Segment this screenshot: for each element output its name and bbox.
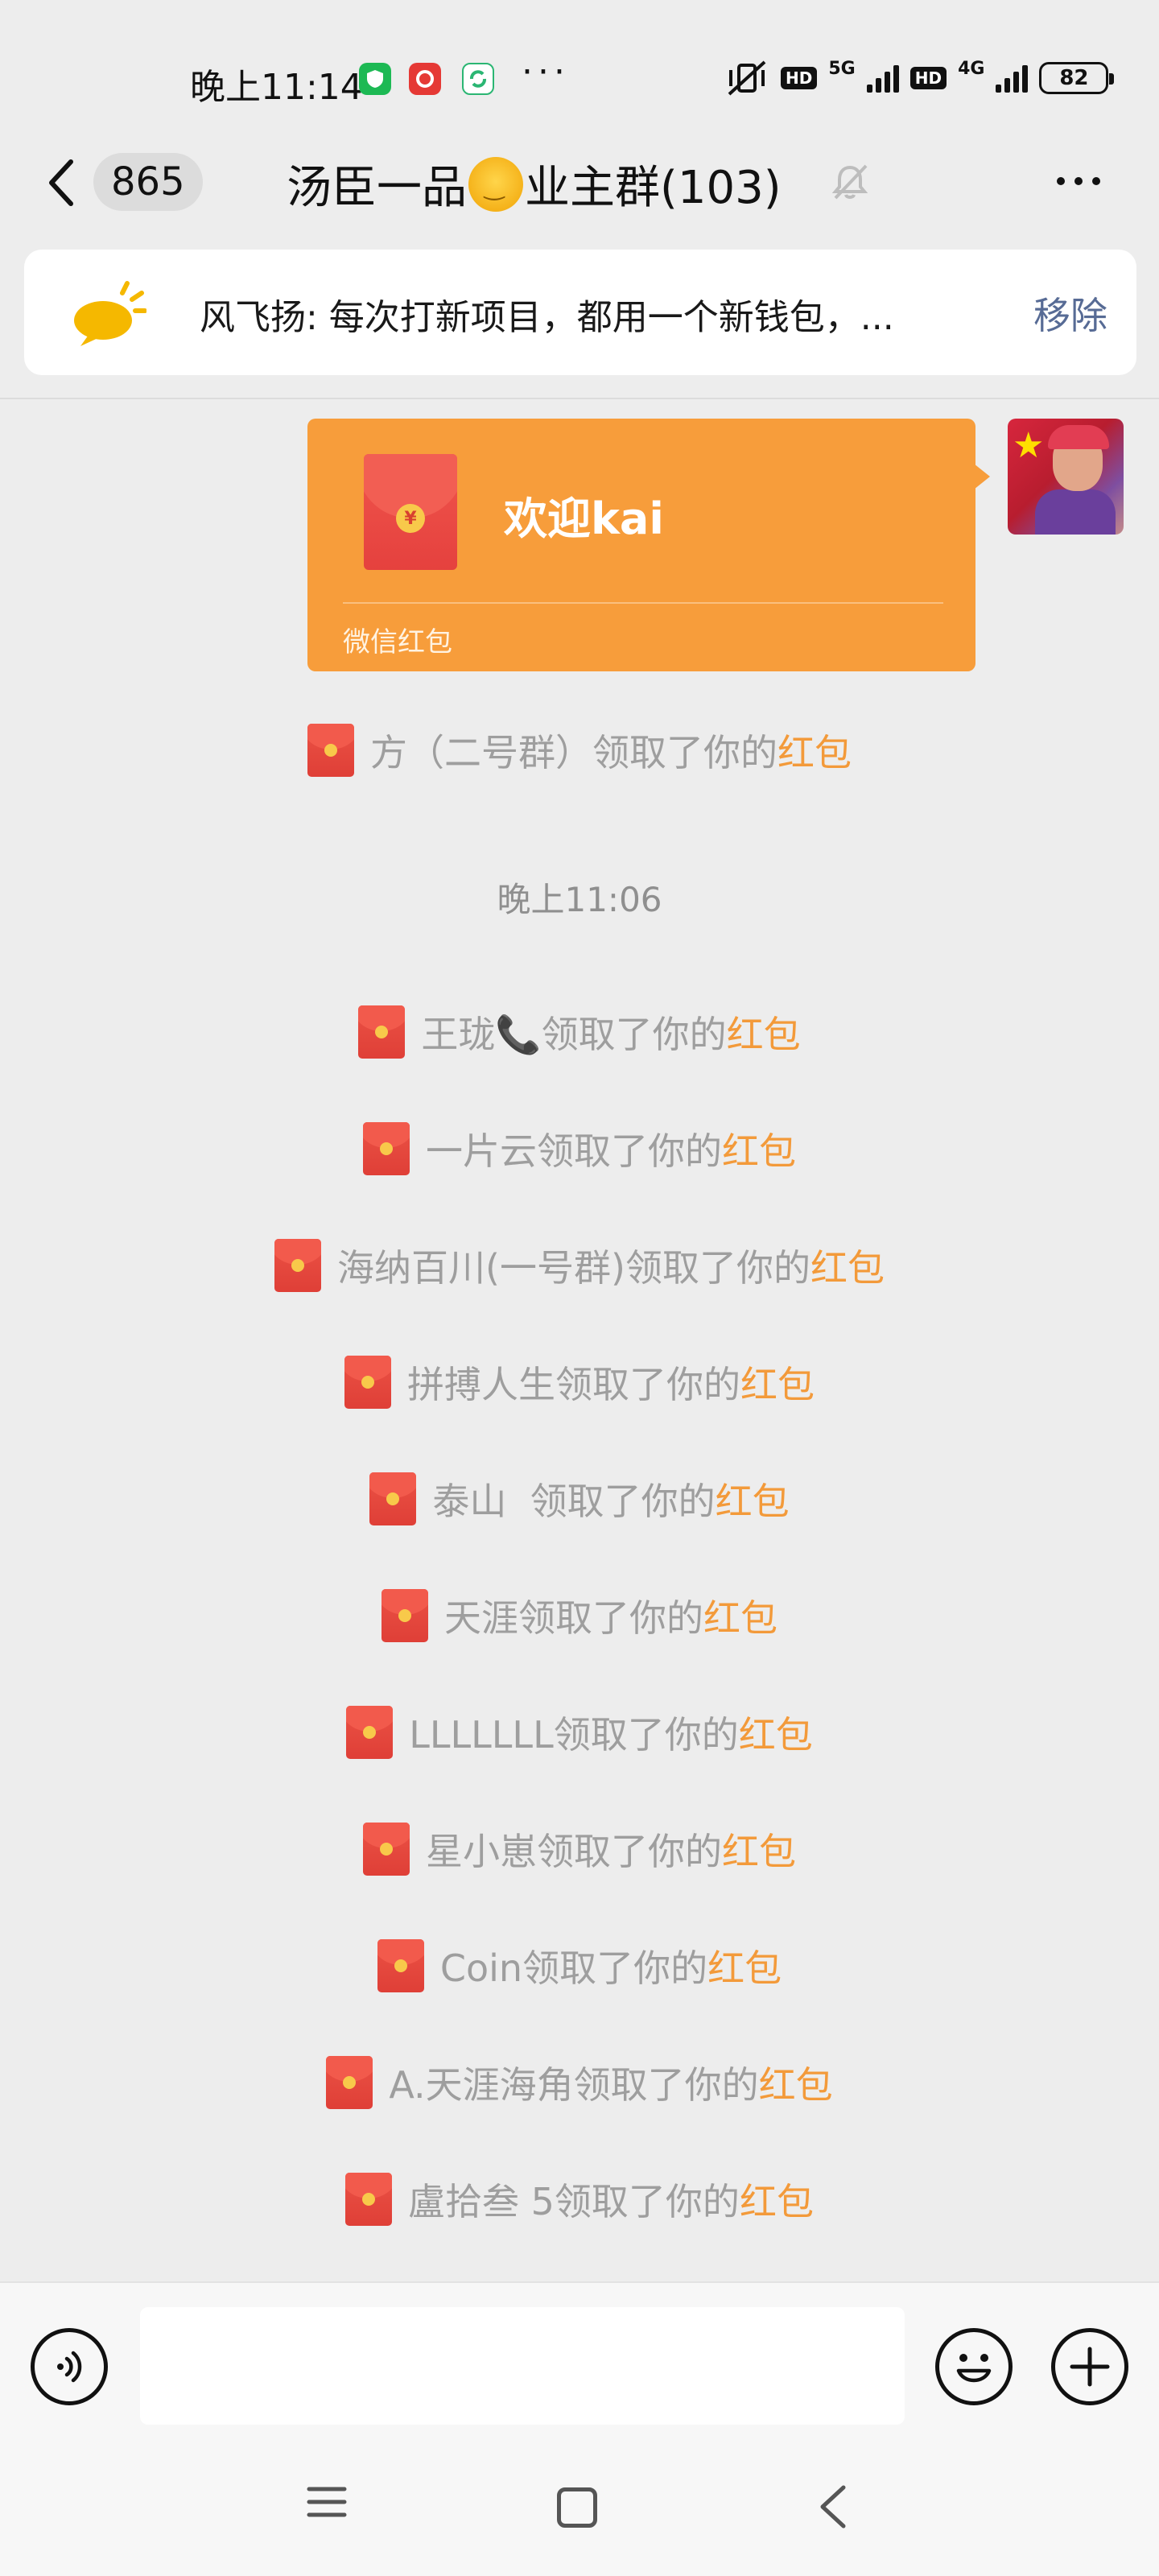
system-message: 拼搏人生领取了你的 红包	[0, 1350, 1159, 1414]
red-envelope-icon	[274, 1239, 322, 1292]
red-envelope-icon	[369, 1472, 417, 1525]
sun-emoji-icon	[468, 156, 523, 212]
red-envelope-icon: ¥	[364, 454, 457, 570]
system-message-text: 盧拾叁 5领取了你的	[408, 2180, 740, 2223]
system-message-text: 天涯领取了你的	[444, 1596, 703, 1640]
notice-speech-icon	[74, 281, 146, 346]
status-bar: 晚上11:14 ··· HD 5G HD 4G 82	[0, 0, 1159, 153]
red-packet-link[interactable]: 红包	[810, 1239, 885, 1292]
chat-input-bar	[0, 2281, 1159, 2576]
signal-bars-1-icon	[866, 64, 899, 93]
plus-icon	[1070, 2347, 1110, 2387]
system-message: A.天涯海角领取了你的 红包	[0, 2050, 1159, 2115]
system-message-text: 方（二号群）领取了你的	[370, 731, 777, 774]
status-more-dots: ···	[522, 52, 570, 93]
system-message: 泰山 领取了你的 红包	[0, 1467, 1159, 1531]
red-envelope-icon	[346, 1706, 394, 1759]
hd-badge-1: HD	[781, 67, 818, 89]
vibrate-mute-icon	[728, 60, 766, 96]
system-message: Coin领取了你的 红包	[0, 1934, 1159, 1998]
chevron-left-icon	[49, 159, 73, 206]
red-packet-title: 欢迎kai	[504, 493, 664, 544]
voice-wave-icon	[57, 2351, 82, 2383]
system-message: LLLLLLL领取了你的 红包	[0, 1700, 1159, 1765]
red-envelope-icon	[358, 1005, 406, 1059]
system-message-text: 海纳百川(一号群)领取了你的	[337, 1246, 810, 1290]
signal-bars-2-icon	[996, 64, 1029, 93]
red-packet-link[interactable]: 红包	[722, 1823, 796, 1876]
mute-bell-icon	[831, 164, 868, 200]
user-avatar[interactable]: ★	[1008, 419, 1124, 535]
system-message: 天涯领取了你的 红包	[0, 1583, 1159, 1648]
menu-icon[interactable]	[304, 2479, 349, 2524]
status-time: 晚上11:14	[190, 67, 363, 108]
system-message: 一片云领取了你的 红包	[0, 1117, 1159, 1181]
red-packet-link[interactable]: 红包	[716, 1472, 790, 1525]
red-envelope-icon	[307, 724, 354, 777]
red-packet-link[interactable]: 红包	[740, 2173, 814, 2226]
chat-title-part1: 汤臣一品	[287, 162, 467, 214]
coin-icon: ¥	[396, 504, 425, 533]
notice-text: 风飞扬: 每次打新项目，都用一个新钱包，...	[200, 297, 894, 338]
red-packet-bubble[interactable]: ¥ 欢迎kai 微信红包	[307, 419, 990, 671]
system-message-text: LLLLLLL领取了你的	[409, 1713, 739, 1757]
back-button[interactable]	[45, 155, 85, 211]
red-envelope-icon	[382, 1589, 428, 1642]
status-indicators: HD 5G HD 4G 82	[724, 58, 1115, 98]
smiley-icon	[956, 2354, 992, 2383]
chat-title[interactable]: 汤臣一品 业主群(103)	[287, 151, 782, 217]
system-message-text: 拼搏人生领取了你的	[407, 1363, 740, 1406]
battery-icon: 82	[1039, 62, 1115, 94]
chat-title-part2: 业主群(103)	[525, 162, 782, 214]
red-packet-link[interactable]: 红包	[703, 1589, 777, 1642]
red-packet-footer: 微信红包	[343, 626, 452, 658]
system-message-text: 王珑📞领取了你的	[421, 1013, 727, 1056]
red-packet-link[interactable]: 红包	[707, 1939, 782, 1992]
red-envelope-icon	[345, 2173, 393, 2226]
system-message-text: 一片云领取了你的	[426, 1129, 722, 1173]
system-message-text: A.天涯海角领取了你的	[389, 2063, 759, 2107]
system-message: 方（二号群）领取了你的 红包	[0, 718, 1159, 782]
red-packet-link[interactable]: 红包	[739, 1706, 813, 1759]
system-back-icon[interactable]	[813, 2483, 853, 2531]
red-envelope-icon	[326, 2056, 373, 2109]
hd-badge-2: HD	[909, 67, 947, 89]
system-message-text: 星小崽领取了你的	[426, 1830, 722, 1873]
red-packet-link[interactable]: 红包	[759, 2056, 833, 2109]
system-message: 海纳百川(一号群)领取了你的 红包	[0, 1233, 1159, 1298]
system-message-text: Coin领取了你的	[439, 1946, 708, 1990]
red-envelope-icon	[363, 1122, 410, 1175]
red-envelope-icon	[377, 1939, 424, 1992]
shield-app-icon	[359, 63, 391, 95]
pinned-notice[interactable]: 风飞扬: 每次打新项目，都用一个新钱包，... 移除	[24, 250, 1136, 375]
more-actions-button[interactable]	[1051, 2328, 1128, 2405]
message-input[interactable]	[140, 2307, 905, 2425]
network-type-2: 4G	[958, 58, 985, 79]
more-options-button[interactable]	[1046, 161, 1111, 201]
red-packet-divider	[343, 602, 943, 604]
timestamp: 晚上11:06	[497, 880, 662, 919]
system-message: 星小崽领取了你的 红包	[0, 1817, 1159, 1881]
chat-header: 865 汤臣一品 业主群(103)	[0, 137, 1159, 225]
divider	[0, 398, 1159, 399]
system-message: 王珑📞领取了你的 红包	[0, 1000, 1159, 1064]
red-envelope-icon	[363, 1823, 410, 1876]
red-packet-link[interactable]: 红包	[777, 724, 852, 777]
red-packet-link[interactable]: 红包	[722, 1122, 796, 1175]
notice-remove-button[interactable]: 移除	[1033, 287, 1107, 340]
red-packet-link[interactable]: 红包	[740, 1356, 815, 1409]
red-envelope-icon	[344, 1356, 391, 1409]
voice-input-button[interactable]	[31, 2328, 108, 2405]
sync-app-icon	[462, 63, 494, 95]
red-packet-link[interactable]: 红包	[727, 1005, 801, 1059]
c-app-icon	[409, 63, 441, 95]
network-type-1: 5G	[828, 58, 856, 79]
home-button[interactable]	[557, 2487, 597, 2528]
unread-count-badge[interactable]: 865	[93, 153, 203, 211]
system-message-text: 泰山 领取了你的	[432, 1480, 716, 1523]
system-message: 盧拾叁 5领取了你的 红包	[0, 2167, 1159, 2231]
emoji-button[interactable]	[935, 2328, 1013, 2405]
